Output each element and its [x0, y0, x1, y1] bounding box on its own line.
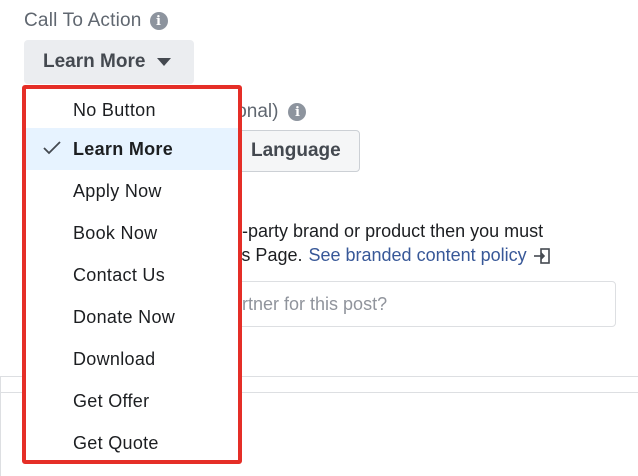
dropdown-item-label: Get Offer: [73, 390, 150, 411]
dropdown-item-label: Book Now: [73, 222, 158, 243]
brand-partner-placeholder: artner for this post?: [232, 293, 388, 314]
info-icon[interactable]: i: [288, 103, 307, 121]
optional-label-row: ional) i: [232, 101, 307, 123]
branded-content-text-2: r's Page. See branded content policy: [232, 245, 551, 266]
dropdown-item-label: Download: [73, 348, 156, 369]
caret-down-icon: [157, 58, 172, 66]
dropdown-item-contact-us[interactable]: Contact Us: [26, 254, 238, 296]
panel-edge: [0, 376, 12, 476]
dropdown-item-label: Get Quote: [73, 432, 159, 453]
branded-content-text-2-prefix: r's Page.: [232, 245, 303, 265]
cta-select-value: Learn More: [43, 51, 146, 72]
dropdown-item-label: Donate Now: [73, 306, 176, 327]
dropdown-item-book-now[interactable]: Book Now: [26, 212, 238, 254]
dropdown-item-label: Apply Now: [73, 180, 162, 201]
info-icon[interactable]: i: [149, 12, 168, 30]
dropdown-item-download[interactable]: Download: [26, 338, 238, 380]
branded-content-policy-link[interactable]: See branded content policy: [308, 245, 526, 266]
dropdown-item-donate-now[interactable]: Donate Now: [26, 296, 238, 338]
checkmark-icon: [43, 141, 61, 155]
dropdown-item-learn-more[interactable]: Learn More: [26, 128, 238, 170]
branded-content-text-1: d-party brand or product then you must: [232, 221, 544, 241]
brand-partner-input[interactable]: artner for this post?: [225, 281, 616, 327]
dropdown-item-label: Contact Us: [73, 264, 166, 285]
dropdown-item-get-quote[interactable]: Get Quote: [26, 422, 238, 460]
dropdown-item-no-button[interactable]: No Button: [26, 89, 238, 131]
dropdown-item-label: No Button: [73, 99, 156, 120]
language-button[interactable]: Language: [222, 130, 360, 172]
dropdown-item-label: Learn More: [73, 138, 174, 159]
exit-icon[interactable]: [533, 247, 551, 265]
dropdown-item-get-offer[interactable]: Get Offer: [26, 380, 238, 422]
cta-label-row: Call To Action i: [24, 10, 168, 32]
dropdown-item-apply-now[interactable]: Apply Now: [26, 170, 238, 212]
cta-dropdown-menu: No Button Learn More Apply Now Book Now …: [22, 85, 242, 464]
language-button-label: Language: [251, 140, 341, 161]
cta-label: Call To Action: [24, 10, 142, 31]
cta-select-button[interactable]: Learn More: [24, 40, 194, 84]
